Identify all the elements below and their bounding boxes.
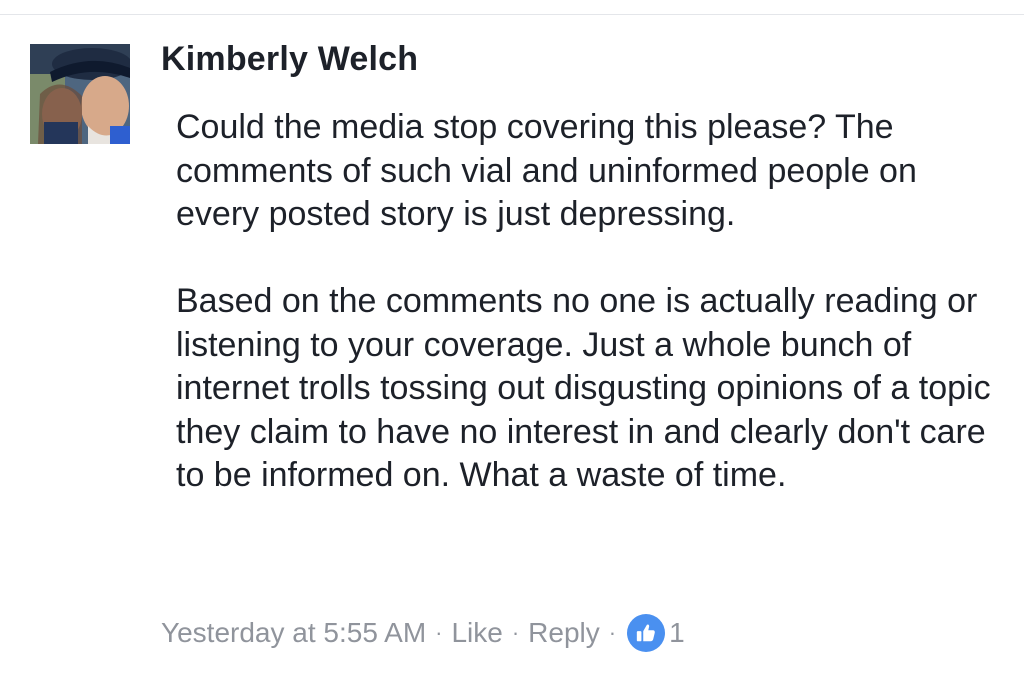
timestamp-link[interactable]: Yesterday at 5:55 AM [161,617,426,649]
like-button[interactable]: Like [451,617,502,649]
reaction-count[interactable]: 1 [669,617,685,649]
comment-author[interactable]: Kimberly Welch [161,40,418,79]
comment-meta-row: Yesterday at 5:55 AM · Like · Reply · 1 [161,612,685,654]
top-divider [0,14,1024,15]
avatar[interactable] [30,44,130,144]
reply-button[interactable]: Reply [528,617,600,649]
avatar-photo [30,44,130,144]
comment-paragraph: Could the media stop covering this pleas… [176,108,917,233]
thumbs-up-icon[interactable] [627,614,666,652]
comment-screen: Kimberly Welch Could the media stop cove… [0,0,1024,679]
separator-dot: · [511,620,520,645]
comment-paragraph: Based on the comments no one is actually… [176,282,991,494]
comment-text: Could the media stop covering this pleas… [176,106,996,498]
truncation-mask [170,590,910,608]
separator-dot: · [435,620,443,645]
separator-dot: · [608,620,617,645]
